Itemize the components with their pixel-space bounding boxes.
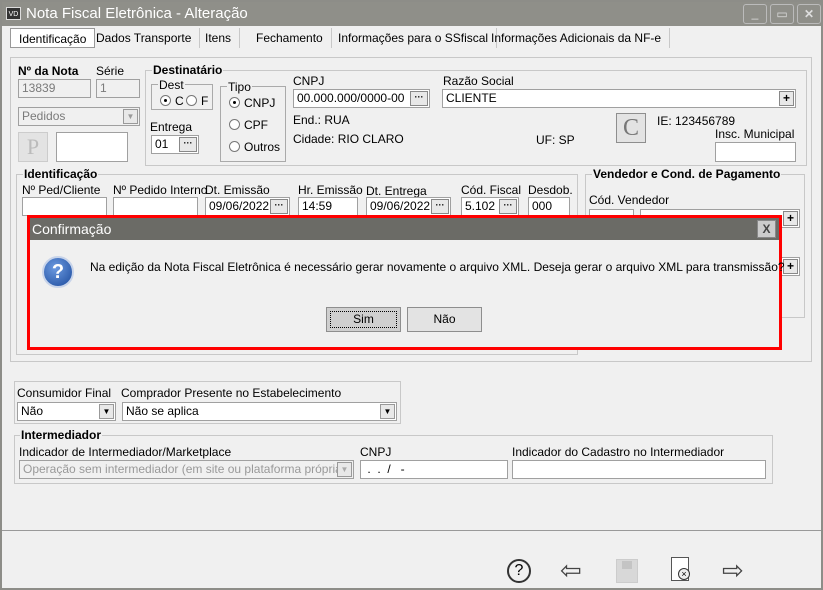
tipo-radio-outros[interactable]: Outros bbox=[229, 140, 280, 154]
add-button[interactable]: + bbox=[779, 91, 794, 106]
cnpj-label: CNPJ bbox=[293, 74, 325, 88]
dt-emissao-label: Dt. Emissão bbox=[205, 183, 270, 197]
dt-entrega-field[interactable]: 09/06/2022 ··· bbox=[366, 197, 451, 216]
ped-cliente-label: Nº Ped/Cliente bbox=[22, 183, 101, 197]
add-button[interactable]: + bbox=[783, 259, 798, 274]
sim-button[interactable]: Sim bbox=[326, 307, 401, 332]
consumidor-final-label: Consumidor Final bbox=[17, 386, 112, 400]
cidade-text: Cidade: RIO CLARO bbox=[293, 132, 404, 146]
tab-itens[interactable]: Itens bbox=[197, 28, 241, 48]
p-field[interactable] bbox=[56, 132, 128, 162]
back-button[interactable]: ⇦ bbox=[560, 555, 582, 586]
cod-fiscal-field[interactable]: 5.102 ··· bbox=[461, 197, 519, 216]
razao-social-label: Razão Social bbox=[443, 74, 514, 88]
razao-social-field[interactable]: CLIENTE + bbox=[442, 89, 796, 108]
pedido-interno-label: Nº Pedido Interno bbox=[113, 183, 208, 197]
endereco-text: End.: RUA bbox=[293, 113, 350, 127]
insc-municipal-field[interactable] bbox=[715, 142, 796, 162]
identificacao-title: Identificação bbox=[23, 167, 99, 181]
chevron-down-icon: ▼ bbox=[337, 462, 352, 477]
minimize-button[interactable]: _ bbox=[743, 4, 767, 24]
c-button[interactable]: C bbox=[616, 113, 646, 143]
desdob-label: Desdob. bbox=[528, 183, 573, 197]
cadastro-field[interactable] bbox=[512, 460, 766, 479]
toolbar-divider bbox=[2, 530, 821, 531]
dest-radio-c[interactable]: C bbox=[160, 94, 184, 108]
indicador-select[interactable]: Operação sem intermediador (em site ou p… bbox=[19, 460, 354, 479]
lookup-button[interactable]: ··· bbox=[179, 137, 197, 152]
lookup-button[interactable]: ··· bbox=[410, 91, 428, 106]
cod-vendedor-label: Cód. Vendedor bbox=[589, 193, 670, 207]
calendar-button[interactable]: ··· bbox=[270, 199, 288, 214]
numero-nota-field[interactable]: 13839 bbox=[18, 79, 91, 98]
chevron-down-icon: ▼ bbox=[123, 109, 138, 124]
cadastro-label: Indicador do Cadastro no Intermediador bbox=[512, 445, 725, 459]
add-button[interactable]: + bbox=[783, 211, 798, 226]
tab-informacoes-ssfiscal[interactable]: Informações para o SSfiscal bbox=[330, 28, 498, 48]
numero-nota-label: Nº da Nota bbox=[18, 64, 79, 78]
pedido-interno-field[interactable] bbox=[113, 197, 198, 216]
cancel-doc-icon: × bbox=[678, 568, 690, 580]
comprador-select[interactable]: Não se aplica ▼ bbox=[122, 402, 397, 421]
dt-entrega-label: Dt. Entrega bbox=[366, 184, 427, 198]
dialog-message: Na edição da Nota Fiscal Eletrônica é ne… bbox=[90, 260, 785, 274]
tab-informacoes-adicionais[interactable]: Informações Adicionais da NF-e bbox=[483, 28, 671, 48]
tipo-documento-select[interactable]: Pedidos ▼ bbox=[18, 107, 140, 126]
tab-fechamento[interactable]: Fechamento bbox=[248, 28, 332, 48]
close-button[interactable]: ✕ bbox=[797, 4, 821, 24]
app-icon: VD bbox=[6, 7, 21, 20]
dest-radio-f[interactable]: F bbox=[186, 94, 208, 108]
tipo-label: Tipo bbox=[227, 80, 252, 94]
tipo-radio-cpf[interactable]: CPF bbox=[229, 118, 268, 132]
tipo-radio-cnpj[interactable]: CNPJ bbox=[229, 96, 275, 110]
hr-emissao-label: Hr. Emissão bbox=[298, 183, 363, 197]
cancel-document-button[interactable]: × bbox=[671, 557, 690, 581]
maximize-button[interactable]: ▭ bbox=[770, 4, 794, 24]
dest-label: Dest bbox=[158, 78, 185, 92]
dt-emissao-field[interactable]: 09/06/2022 ··· bbox=[205, 197, 290, 216]
save-button[interactable] bbox=[616, 559, 638, 583]
dialog-title: Confirmação bbox=[32, 221, 112, 237]
dialog-title-bar: Confirmação X bbox=[30, 218, 779, 240]
forward-button[interactable]: ⇨ bbox=[722, 555, 744, 586]
lookup-button[interactable]: ··· bbox=[499, 199, 517, 214]
comprador-label: Comprador Presente no Estabelecimento bbox=[121, 386, 342, 400]
question-icon: ? bbox=[42, 256, 74, 288]
insc-municipal-label: Insc. Municipal bbox=[715, 127, 795, 141]
destinatario-title: Destinatário bbox=[152, 63, 224, 77]
confirmation-dialog: Confirmação X ? Na edição da Nota Fiscal… bbox=[27, 215, 785, 350]
calendar-button[interactable]: ··· bbox=[431, 199, 449, 214]
entrega-field[interactable]: 01 ··· bbox=[151, 135, 199, 154]
cod-fiscal-label: Cód. Fiscal bbox=[461, 183, 522, 197]
intermediador-title: Intermediador bbox=[20, 428, 103, 442]
save-icon bbox=[622, 561, 632, 569]
vendedor-title: Vendedor e Cond. de Pagamento bbox=[592, 167, 782, 181]
dialog-close-button[interactable]: X bbox=[757, 220, 776, 238]
nao-button[interactable]: Não bbox=[407, 307, 482, 332]
indicador-label: Indicador de Intermediador/Marketplace bbox=[19, 445, 232, 459]
intermediador-cnpj-label: CNPJ bbox=[360, 445, 392, 459]
entrega-label: Entrega bbox=[150, 120, 193, 134]
ie-text: IE: 123456789 bbox=[657, 114, 736, 128]
help-button[interactable]: ? bbox=[507, 559, 531, 583]
serie-field[interactable]: 1 bbox=[96, 79, 140, 98]
p-button[interactable]: P bbox=[18, 132, 48, 162]
ped-cliente-field[interactable] bbox=[22, 197, 107, 216]
intermediador-cnpj-field[interactable]: . . / - bbox=[360, 460, 508, 479]
help-icon: ? bbox=[514, 562, 524, 579]
tab-dados-transporte[interactable]: Dados Transporte bbox=[88, 28, 201, 48]
window-title: Nota Fiscal Eletrônica - Alteração bbox=[26, 5, 248, 22]
chevron-down-icon: ▼ bbox=[99, 404, 114, 419]
title-bar: VD Nota Fiscal Eletrônica - Alteração _ … bbox=[2, 2, 821, 26]
desdob-field[interactable]: 000 bbox=[528, 197, 570, 216]
chevron-down-icon: ▼ bbox=[380, 404, 395, 419]
uf-text: UF: SP bbox=[536, 133, 575, 147]
hr-emissao-field[interactable]: 14:59 bbox=[298, 197, 358, 216]
serie-label: Série bbox=[96, 64, 125, 78]
consumidor-final-select[interactable]: Não ▼ bbox=[17, 402, 116, 421]
tipo-documento-value: Pedidos bbox=[22, 109, 66, 123]
tab-identificacao[interactable]: Identificação bbox=[10, 28, 96, 48]
cnpj-field[interactable]: 00.000.000/0000-00 ··· bbox=[293, 89, 430, 108]
